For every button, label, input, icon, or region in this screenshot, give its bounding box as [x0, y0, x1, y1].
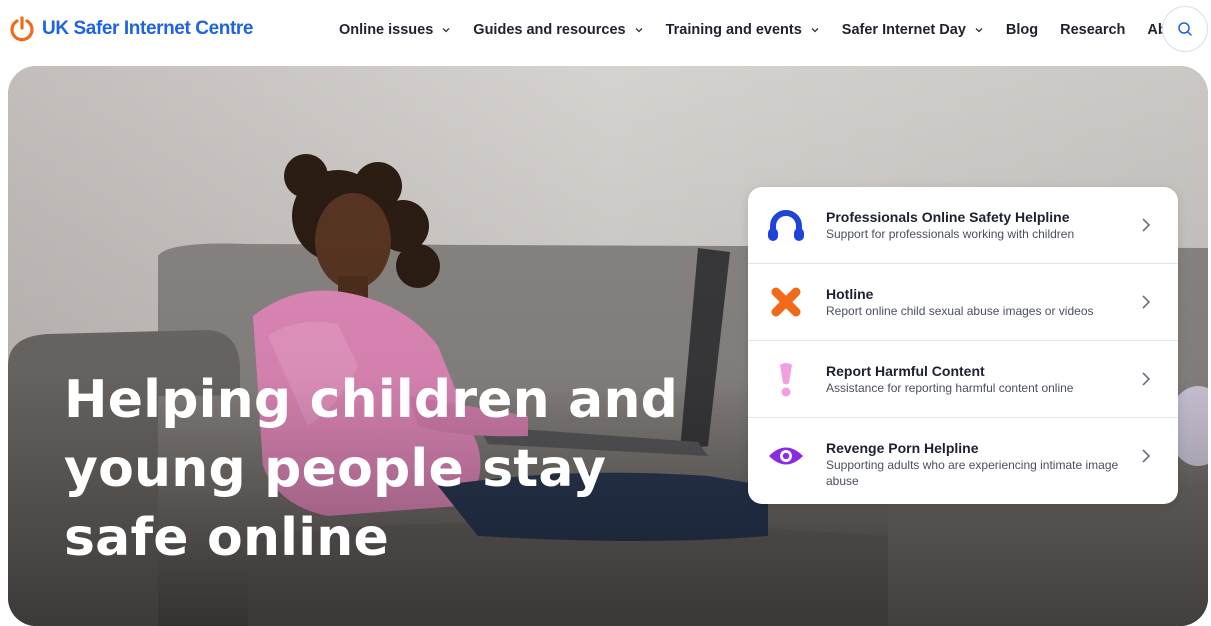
- service-revenge-porn-helpline[interactable]: Revenge Porn Helpline Supporting adults …: [748, 418, 1178, 504]
- service-title: Hotline: [826, 286, 874, 302]
- service-title: Professionals Online Safety Helpline: [826, 209, 1070, 225]
- chevron-right-icon: [1142, 295, 1151, 309]
- service-subtitle: Supporting adults who are experiencing i…: [826, 458, 1119, 488]
- nav-training-and-events[interactable]: Training and events: [666, 22, 820, 38]
- chevron-right-icon: [1142, 372, 1151, 386]
- service-subtitle: Support for professionals working with c…: [826, 227, 1075, 241]
- service-subtitle: Assistance for reporting harmful content…: [826, 381, 1074, 395]
- logo-text: UK Safer Internet Centre: [42, 18, 254, 39]
- site-header: UK Safer Internet Centre Online issues G…: [0, 0, 1211, 62]
- nav-label: Online issues: [339, 22, 434, 38]
- nav-research[interactable]: Research: [1060, 22, 1125, 38]
- service-hotline[interactable]: Hotline Report online child sexual abuse…: [748, 264, 1178, 341]
- search-icon: [1178, 22, 1192, 36]
- eye-icon: [766, 438, 806, 474]
- service-title: Revenge Porn Helpline: [826, 440, 979, 456]
- chevron-down-icon: [442, 28, 450, 33]
- services-card: Professionals Online Safety Helpline Sup…: [748, 187, 1178, 504]
- search-button[interactable]: [1162, 6, 1208, 52]
- service-professionals-helpline[interactable]: Professionals Online Safety Helpline Sup…: [748, 187, 1178, 264]
- nav-label: Safer Internet Day: [841, 22, 966, 38]
- exclamation-icon: [766, 361, 806, 397]
- nav-label: Training and events: [665, 22, 802, 38]
- service-subtitle: Report online child sexual abuse images …: [826, 304, 1094, 318]
- chevron-right-icon: [1142, 449, 1151, 463]
- chevron-down-icon: [635, 28, 643, 33]
- chevron-right-icon: [1142, 218, 1151, 232]
- main-nav: Online issues Guides and resources Train…: [339, 19, 1189, 41]
- site-logo[interactable]: UK Safer Internet Centre: [8, 12, 253, 46]
- service-report-harmful-content[interactable]: Report Harmful Content Assistance for re…: [748, 341, 1178, 418]
- chevron-down-icon: [811, 28, 819, 33]
- nav-label: Guides and resources: [473, 22, 626, 38]
- power-logo-icon: [8, 15, 36, 43]
- hero-title-line: young people stay: [64, 439, 607, 499]
- hero-title: Helping children and young people stay s…: [64, 366, 704, 573]
- nav-guides-and-resources[interactable]: Guides and resources: [473, 22, 643, 38]
- service-title: Report Harmful Content: [826, 363, 985, 379]
- nav-label: Research: [1060, 22, 1126, 38]
- hero-title-line: safe online: [64, 508, 389, 568]
- nav-label: Blog: [1005, 22, 1039, 38]
- hero-title-line: Helping children and: [64, 370, 679, 430]
- nav-safer-internet-day[interactable]: Safer Internet Day: [842, 22, 984, 38]
- headset-icon: [766, 207, 806, 243]
- chevron-down-icon: [975, 28, 983, 33]
- nav-online-issues[interactable]: Online issues: [339, 22, 451, 38]
- nav-blog[interactable]: Blog: [1006, 22, 1038, 38]
- cross-icon: [766, 284, 806, 320]
